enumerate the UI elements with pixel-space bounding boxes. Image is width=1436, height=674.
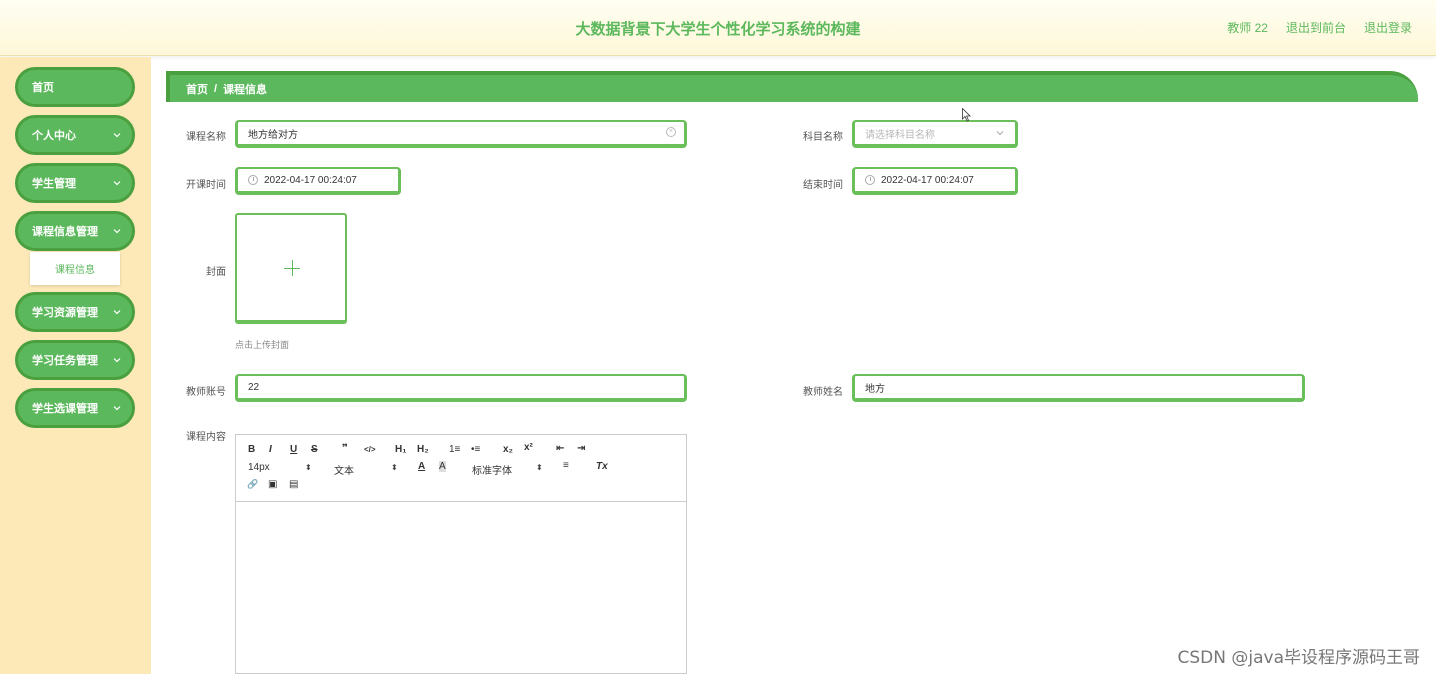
mouse-cursor-icon	[962, 108, 971, 122]
teacher-account-value: 22	[248, 381, 260, 393]
h2-button[interactable]: H₂	[417, 444, 429, 455]
indent-button[interactable]: ⇥	[577, 443, 585, 454]
updown-icon: ⬍	[536, 463, 543, 472]
start-time-picker[interactable]: 2022-04-17 00:24:07	[235, 167, 401, 195]
clock-icon	[248, 175, 258, 185]
bullet-list-button[interactable]: •≡	[471, 444, 480, 455]
plus-icon	[292, 260, 293, 276]
sidebar-item-label: 学生选课管理	[32, 403, 98, 415]
link-button[interactable]: 🔗	[247, 479, 258, 490]
sidebar-item-home[interactable]: 首页	[15, 67, 135, 107]
sidebar-item-course-selection-management[interactable]: 学生选课管理	[15, 388, 135, 428]
sidebar-item-course-info-management[interactable]: 课程信息管理	[15, 211, 135, 251]
clear-icon[interactable]: ×	[666, 127, 676, 137]
editor-content-area[interactable]	[236, 502, 686, 674]
background-color-button[interactable]: A	[439, 461, 446, 472]
subscript-button[interactable]: x₂	[503, 444, 513, 455]
outdent-button[interactable]: ⇤	[556, 443, 564, 454]
teacher-name-value: 地方	[865, 383, 885, 395]
teacher-account-input[interactable]: 22	[235, 374, 687, 402]
align-button[interactable]: ≡	[563, 460, 569, 471]
cover-upload[interactable]	[235, 213, 347, 324]
h1-button[interactable]: H₁	[395, 444, 406, 455]
ordered-list-button[interactable]: 1≡	[449, 444, 460, 455]
start-time-value: 2022-04-17 00:24:07	[264, 174, 357, 186]
sidebar-item-label: 学生管理	[32, 178, 76, 190]
chevron-down-icon	[113, 310, 121, 315]
editor-toolbar: B I U S ❞ </> H₁ H₂ 1≡ •≡ x₂ x² ⇤ ⇥ 14px…	[236, 435, 686, 502]
header-links: 教师 22 退出到前台 退出登录	[1227, 19, 1412, 36]
cover-label: 封面	[206, 267, 226, 278]
quote-button[interactable]: ❞	[342, 443, 348, 454]
sidebar-item-task-management[interactable]: 学习任务管理	[15, 340, 135, 380]
course-name-label: 课程名称	[186, 132, 226, 143]
chevron-down-icon	[113, 229, 121, 234]
header: 大数据背景下大学生个性化学习系统的构建 教师 22 退出到前台 退出登录	[0, 0, 1436, 56]
course-name-value: 地方给对方	[248, 129, 298, 141]
sidebar-item-label: 首页	[32, 82, 54, 94]
sidebar-item-label: 学习资源管理	[32, 307, 98, 319]
logout-link[interactable]: 退出登录	[1364, 19, 1412, 36]
end-time-picker[interactable]: 2022-04-17 00:24:07	[852, 167, 1018, 195]
sidebar-item-label: 个人中心	[32, 130, 76, 142]
video-button[interactable]: ▤	[289, 479, 298, 490]
teacher-account-label: 教师账号	[186, 387, 226, 398]
rich-text-editor: B I U S ❞ </> H₁ H₂ 1≡ •≡ x₂ x² ⇤ ⇥ 14px…	[235, 434, 687, 674]
updown-icon: ⬍	[391, 463, 398, 472]
chevron-down-icon	[113, 358, 121, 363]
sidebar-subitem-course-info[interactable]: 课程信息	[30, 252, 120, 285]
teacher-name-input[interactable]: 地方	[852, 374, 1305, 402]
chevron-down-icon	[113, 406, 121, 411]
clock-icon	[865, 175, 875, 185]
breadcrumb-current: 课程信息	[223, 83, 268, 96]
sidebar: 首页 个人中心 学生管理 课程信息管理 课程信息 学习资源管理 学习任务管理 学…	[0, 57, 151, 674]
chevron-down-icon	[113, 181, 121, 186]
subject-placeholder: 请选择科目名称	[865, 129, 935, 141]
chevron-down-icon	[996, 131, 1004, 136]
app-title: 大数据背景下大学生个性化学习系统的构建	[575, 21, 861, 38]
sidebar-item-personal-center[interactable]: 个人中心	[15, 115, 135, 155]
breadcrumb-home[interactable]: 首页	[186, 81, 208, 97]
chevron-down-icon	[113, 133, 121, 138]
sidebar-item-label: 课程信息管理	[32, 226, 98, 238]
italic-button[interactable]: I	[269, 444, 272, 455]
sidebar-item-resource-management[interactable]: 学习资源管理	[15, 292, 135, 332]
subject-label: 科目名称	[803, 132, 843, 143]
end-time-label: 结束时间	[803, 180, 843, 191]
clear-format-button[interactable]: Tx	[596, 461, 608, 472]
breadcrumb-separator: /	[214, 82, 218, 95]
font-family-select[interactable]: 标准字体	[472, 462, 512, 477]
strike-button[interactable]: S	[311, 444, 318, 455]
cover-hint: 点击上传封面	[235, 340, 290, 350]
superscript-button[interactable]: x²	[524, 442, 533, 453]
font-size-select[interactable]: 14px	[248, 462, 270, 473]
bold-button[interactable]: B	[248, 444, 255, 455]
end-time-value: 2022-04-17 00:24:07	[881, 174, 974, 186]
user-label[interactable]: 教师 22	[1227, 19, 1268, 36]
subject-select[interactable]: 请选择科目名称	[852, 120, 1018, 148]
block-type-select[interactable]: 文本	[334, 462, 354, 477]
code-button[interactable]: </>	[364, 445, 376, 454]
underline-button[interactable]: U	[290, 444, 297, 455]
course-name-input[interactable]: 地方给对方 ×	[235, 120, 687, 148]
image-button[interactable]: ▣	[268, 479, 277, 490]
sidebar-item-student-management[interactable]: 学生管理	[15, 163, 135, 203]
breadcrumb: 首页 / 课程信息	[166, 71, 1418, 102]
sidebar-item-label: 学习任务管理	[32, 355, 98, 367]
content-label: 课程内容	[186, 432, 226, 443]
font-color-button[interactable]: A	[418, 461, 425, 472]
teacher-name-label: 教师姓名	[803, 387, 843, 398]
updown-icon: ⬍	[305, 463, 312, 472]
watermark: CSDN @java毕设程序源码王哥	[1177, 648, 1421, 668]
back-to-front-link[interactable]: 退出到前台	[1286, 19, 1346, 36]
start-time-label: 开课时间	[186, 180, 226, 191]
